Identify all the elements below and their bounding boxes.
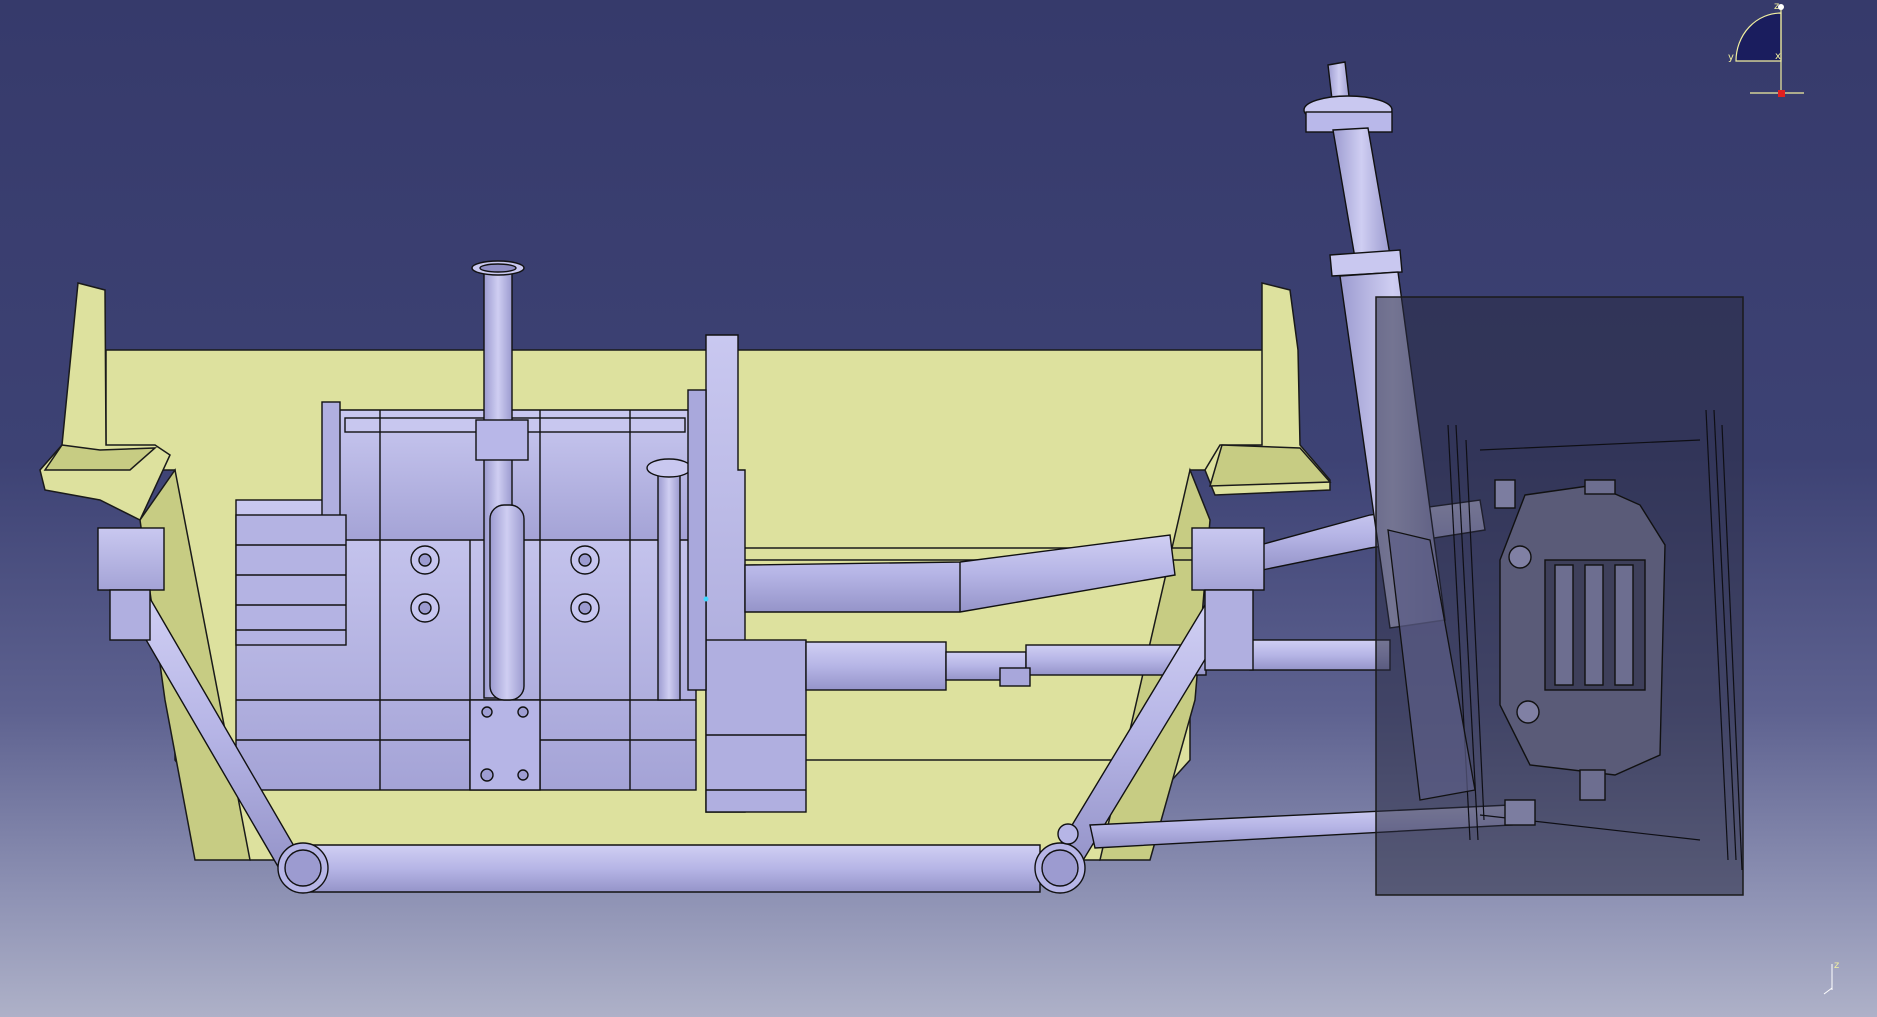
- selection-marker: [703, 596, 709, 602]
- axis-triad-z-label: z: [1834, 960, 1839, 971]
- compass-x-label: x: [1775, 51, 1781, 62]
- suspension-assembly-model[interactable]: [0, 0, 1877, 1017]
- axis-triad: z: [1823, 960, 1839, 995]
- 3d-viewport[interactable]: z x y z: [0, 0, 1877, 1017]
- compass-z-label: z: [1774, 1, 1779, 12]
- wheel-assembly[interactable]: [1375, 296, 1744, 896]
- compass-y-label: y: [1728, 52, 1734, 63]
- orientation-compass[interactable]: z x y: [1714, 0, 1824, 105]
